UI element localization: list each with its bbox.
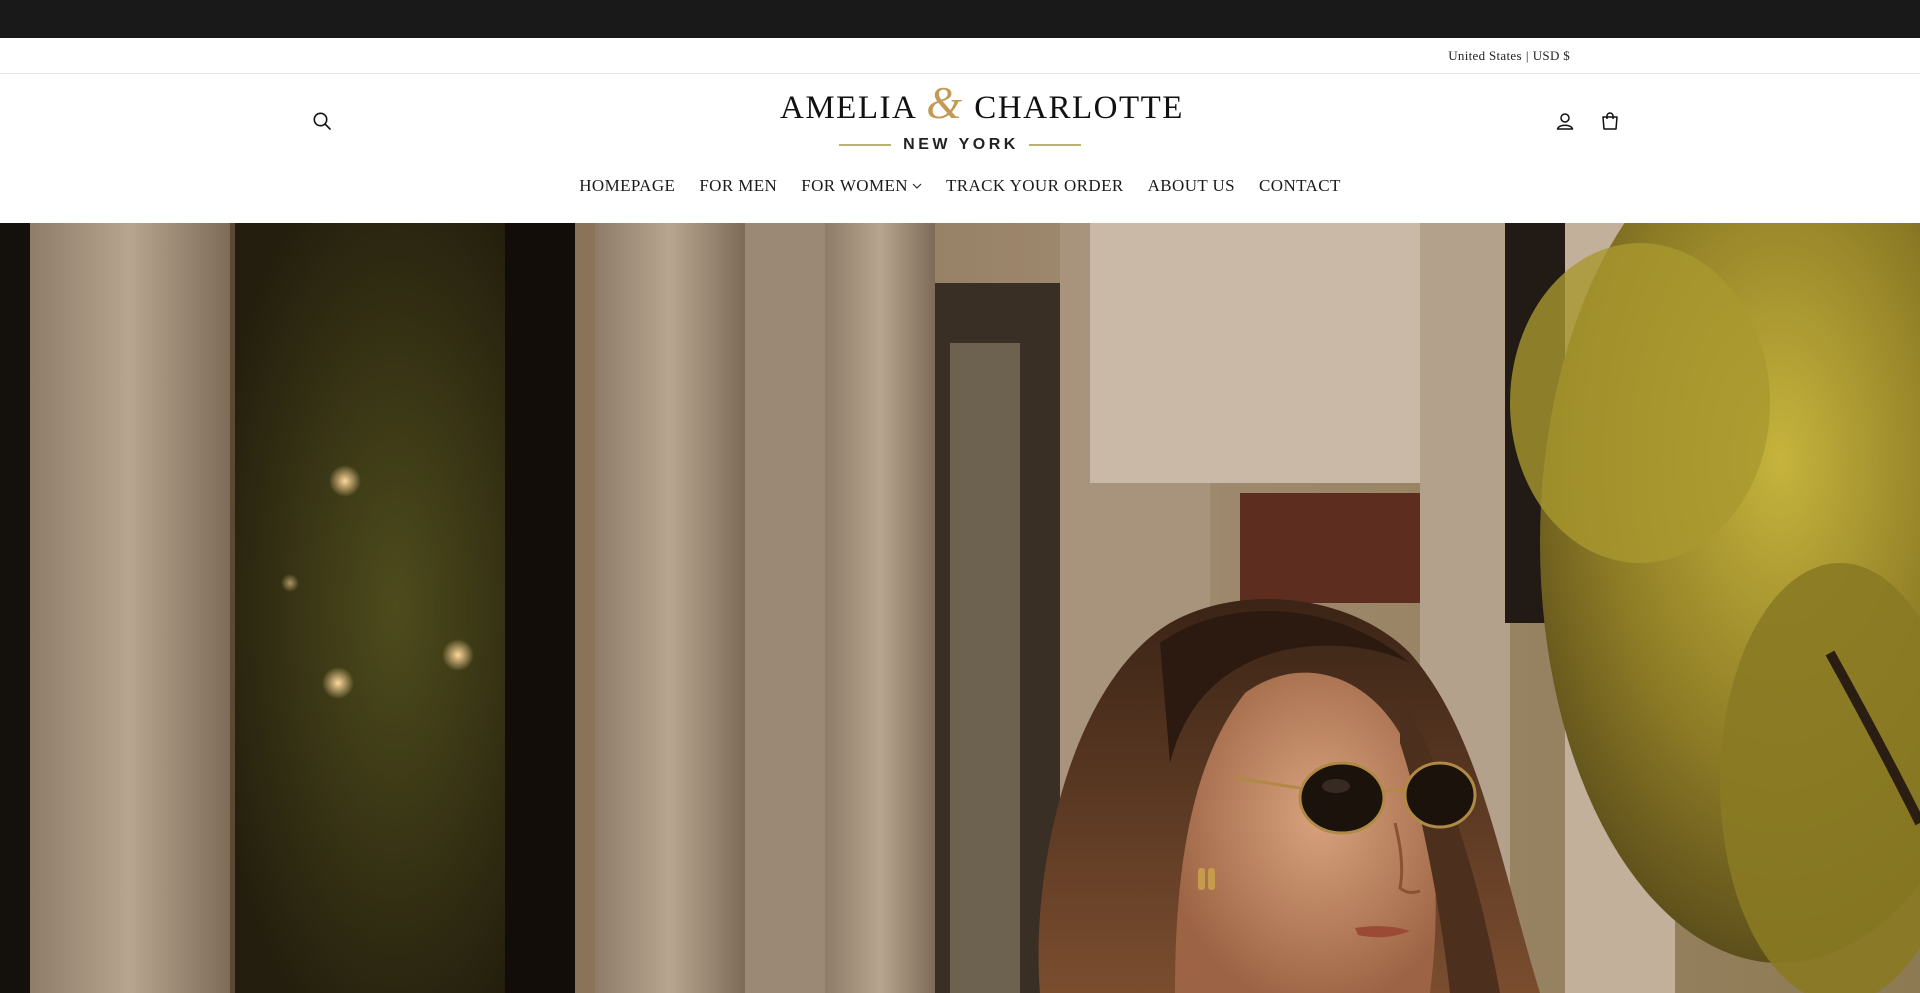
hero-banner[interactable] [0,223,1920,993]
site-header: AMELIA & CHARLOTTE NEW YORK HOMEPAGE FOR… [0,74,1920,223]
nav-item-track-your-order[interactable]: TRACK YOUR ORDER [946,176,1124,196]
nav-item-contact[interactable]: CONTACT [1259,176,1341,196]
locale-bar: United States | USD $ [0,38,1920,74]
nav-item-label: HOMEPAGE [579,176,676,195]
logo-tagline: NEW YORK [903,136,1019,153]
hero-image [0,223,1920,993]
search-icon [313,112,331,130]
logo-tagline-row: NEW YORK [780,136,1140,154]
search-button[interactable] [307,106,337,136]
logo-word-left: AMELIA [780,90,916,126]
site-logo[interactable]: AMELIA & CHARLOTTE NEW YORK [780,80,1182,160]
account-icon [1556,113,1574,130]
chevron-down-icon [912,182,922,190]
nav-item-for-men[interactable]: FOR MEN [699,176,777,196]
logo-rule-right [1028,144,1081,146]
nav-item-label: TRACK YOUR ORDER [945,176,1124,195]
logo-wordmark: AMELIA & CHARLOTTE [780,80,1182,127]
locale-separator: | [1525,48,1529,63]
country-currency-selector[interactable]: United States | USD $ [1448,38,1570,74]
country-label: United States [1448,48,1522,63]
nav-item-label: FOR MEN [699,176,778,195]
nav-item-homepage[interactable]: HOMEPAGE [579,176,675,196]
logo-ampersand: & [926,77,964,128]
logo-word-right: CHARLOTTE [974,90,1184,126]
nav-item-label: FOR WOMEN [801,176,908,195]
account-button[interactable] [1550,106,1580,136]
logo-rule-left [839,144,892,146]
currency-label: USD $ [1532,48,1570,63]
nav-item-about-us[interactable]: ABOUT US [1148,176,1235,196]
nav-item-for-women[interactable]: FOR WOMEN [801,176,922,196]
main-navigation: HOMEPAGE FOR MEN FOR WOMEN TRACK YOUR OR… [0,176,1920,196]
announcement-bar [0,0,1920,38]
cart-button[interactable] [1595,106,1625,136]
cart-icon [1602,112,1618,130]
nav-item-label: ABOUT US [1147,176,1236,195]
nav-item-label: CONTACT [1259,176,1341,195]
